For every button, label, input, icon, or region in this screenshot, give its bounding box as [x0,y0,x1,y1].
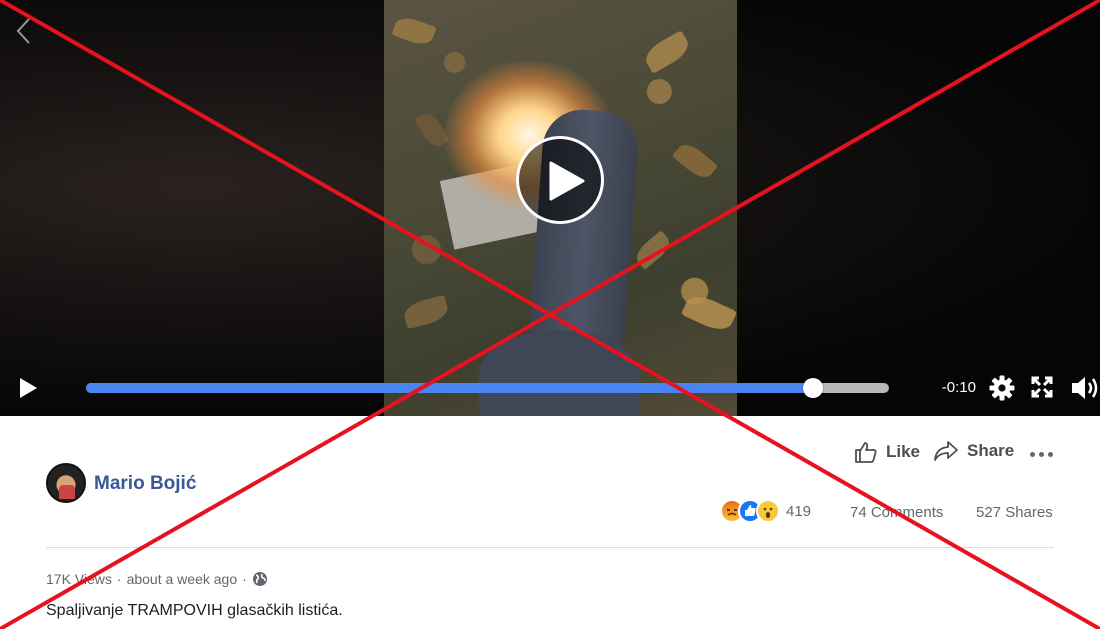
dot [1048,452,1053,457]
time-remaining: -0:10 [941,379,976,396]
avatar[interactable] [46,463,86,503]
view-count: 17K Views [46,571,112,587]
share-label: Share [967,441,1015,460]
globe-icon[interactable] [252,571,268,587]
comments-link[interactable]: 74 Comments [850,504,943,521]
progress-handle[interactable] [802,378,823,398]
post-time[interactable]: about a week ago [127,571,238,587]
player-controls: -0:10 [0,360,1100,416]
video-player[interactable]: -0:10 [0,0,1100,416]
shares-link[interactable]: 527 Shares [976,504,1053,521]
divider [46,547,1054,548]
like-label: Like [886,442,921,461]
thumbs-up-icon [855,442,877,463]
dot [1030,452,1035,457]
dot [1039,452,1044,457]
reactions-count: 419 [786,502,812,520]
post-caption: Spaljivanje TRAMPOVIH glasačkih listića. [46,602,343,619]
big-play-button[interactable] [516,136,604,224]
meta-separator: · [242,571,247,587]
like-button[interactable]: Like [854,440,920,464]
play-icon[interactable] [18,377,38,399]
progress-fill [86,383,813,393]
progress-bar[interactable] [86,378,889,398]
volume-icon[interactable] [1071,375,1100,401]
fullscreen-icon[interactable] [1031,376,1053,398]
share-arrow-icon [934,441,958,461]
post-meta: 17K Views · about a week ago · [46,571,268,587]
wow-reaction-icon [756,499,780,523]
share-button[interactable]: Share [933,440,1014,462]
back-chevron-icon[interactable] [14,16,34,46]
play-icon [549,161,585,201]
meta-separator: · [116,571,122,587]
author-name[interactable]: Mario Bojić [94,473,196,495]
reactions-summary[interactable]: 419 [720,499,811,523]
post-info: Mario Bojić Like Share 419 74 Comments 5… [0,416,1100,629]
gear-icon[interactable] [989,375,1015,401]
more-options-button[interactable] [1030,452,1054,460]
